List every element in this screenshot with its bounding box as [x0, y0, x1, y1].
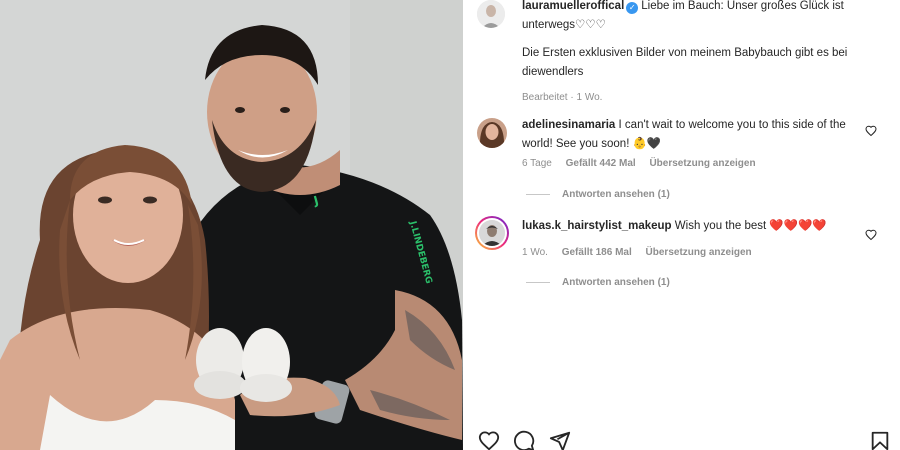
replies-divider	[526, 282, 550, 283]
replies-divider	[526, 194, 550, 195]
view-replies-button[interactable]: Antworten ansehen (1)	[526, 189, 670, 200]
heart-icon[interactable]	[478, 430, 500, 450]
story-ring-inner	[477, 218, 507, 248]
post-action-bar	[463, 428, 900, 450]
comment-username[interactable]: adelinesinamaria	[522, 119, 615, 131]
post-photo[interactable]: J J.LINDEBERG	[0, 0, 463, 450]
comment-time: 1 Wo.	[522, 247, 548, 258]
photo-illustration: J J.LINDEBERG	[0, 0, 463, 450]
comment-text: lukas.k_hairstylist_makeup Wish you the …	[522, 217, 867, 236]
comment-likes[interactable]: Gefällt 186 Mal	[562, 247, 632, 258]
comment-meta: 1 Wo. Gefällt 186 Mal Übersetzung anzeig…	[522, 247, 763, 258]
comment-meta: 6 Tage Gefällt 442 Mal Übersetzung anzei…	[522, 158, 767, 169]
comment-icon[interactable]	[513, 430, 535, 450]
author-avatar[interactable]	[477, 0, 505, 28]
comment-text: adelinesinamaria I can't wait to welcome…	[522, 116, 867, 154]
post-caption: lauramuelleroffical ✓ Liebe im Bauch: Unse…	[522, 0, 872, 107]
translate-link[interactable]: Übersetzung anzeigen	[646, 247, 752, 258]
commenter-avatar-image	[479, 220, 505, 246]
view-replies-label: Antworten ansehen (1)	[562, 277, 670, 288]
commenter-avatar-image	[477, 118, 507, 148]
comment-likes[interactable]: Gefällt 442 Mal	[566, 158, 636, 169]
verified-badge-icon: ✓	[626, 2, 639, 14]
commenter-avatar[interactable]	[475, 216, 509, 250]
comment-body: Wish you the best ❤️❤️❤️❤️	[674, 220, 827, 232]
post-sidebar: lauramuelleroffical ✓ Liebe im Bauch: Unse…	[463, 0, 900, 450]
caption-edited-meta: Bearbeitet · 1 Wo.	[522, 92, 603, 103]
heart-outline-icon[interactable]	[865, 125, 877, 137]
author-avatar-image	[477, 0, 505, 28]
caption-line-2: Die Ersten exklusiven Bilder von meinem …	[522, 47, 848, 78]
heart-outline-icon[interactable]	[865, 229, 877, 241]
commenter-face	[479, 220, 505, 246]
comment-time: 6 Tage	[522, 158, 552, 169]
send-icon[interactable]	[549, 430, 571, 450]
translate-link[interactable]: Übersetzung anzeigen	[649, 158, 755, 169]
bookmark-icon[interactable]	[869, 430, 891, 450]
author-username[interactable]: lauramuelleroffical	[522, 0, 624, 12]
view-replies-button[interactable]: Antworten ansehen (1)	[526, 277, 670, 288]
comment-username[interactable]: lukas.k_hairstylist_makeup	[522, 220, 672, 232]
commenter-avatar[interactable]	[477, 118, 507, 148]
view-replies-label: Antworten ansehen (1)	[562, 189, 670, 200]
